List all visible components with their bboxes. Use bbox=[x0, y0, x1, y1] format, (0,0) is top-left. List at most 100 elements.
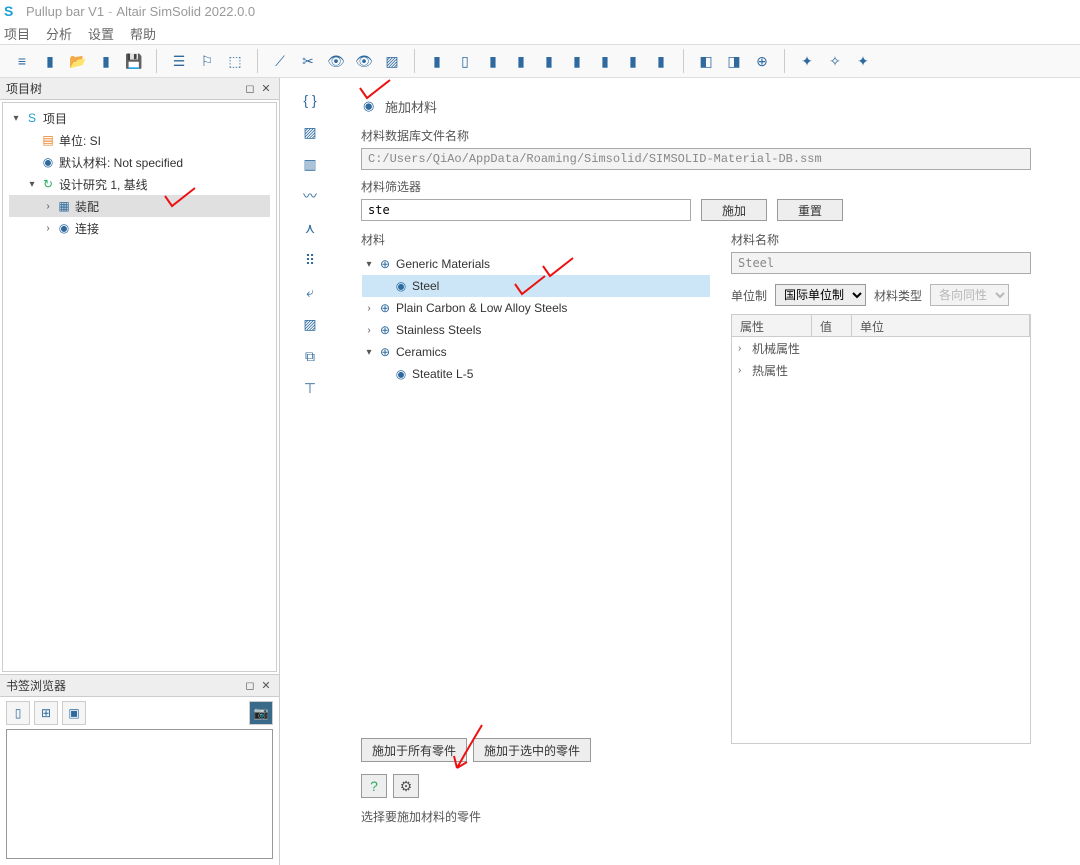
col-unit[interactable]: 单位 bbox=[852, 315, 1030, 336]
vt-grid-icon[interactable]: ⠿ bbox=[296, 248, 324, 272]
tree-connections[interactable]: ›◉ 连接 bbox=[9, 217, 270, 239]
mat-steatite[interactable]: ◉ Steatite L-5 bbox=[362, 363, 710, 385]
mat-ceramics[interactable]: ▾⊕ Ceramics bbox=[362, 341, 710, 363]
save-icon[interactable]: 💾 bbox=[122, 49, 146, 73]
frame-icon[interactable]: ▯ bbox=[453, 49, 477, 73]
hatch6-icon[interactable]: ▮ bbox=[593, 49, 617, 73]
tree-assembly[interactable]: ›▦ 装配 bbox=[9, 195, 270, 217]
detach-bookmark-icon[interactable]: ◻ bbox=[243, 679, 257, 693]
select-icon[interactable]: ▨ bbox=[380, 49, 404, 73]
col-attr[interactable]: 属性 bbox=[732, 315, 812, 336]
project-tree[interactable]: ▾S 项目 ▤ 单位: SI ◉ 默认材料: Not specified ▾↻ … bbox=[2, 102, 277, 672]
property-table-header: 属性 值 单位 bbox=[732, 315, 1030, 337]
close-icon[interactable]: ✕ bbox=[259, 82, 273, 96]
filter-input[interactable] bbox=[361, 199, 691, 221]
col-value[interactable]: 值 bbox=[812, 315, 852, 336]
vt-chain-icon[interactable]: ⊤ bbox=[296, 376, 324, 400]
vt-constraint-icon[interactable]: { } bbox=[296, 88, 324, 112]
materials-label: 材料 bbox=[361, 231, 711, 248]
material-tree[interactable]: ▾⊕ Generic Materials ◉ Steel ›⊕ Plain Ca… bbox=[361, 252, 711, 732]
apply-selected-button[interactable]: 施加于选中的零件 bbox=[473, 738, 591, 762]
bookmark-toolbar: ▯ ⊞ ▣ 📷 bbox=[0, 697, 279, 729]
vt-curve-icon[interactable]: ⤶ bbox=[296, 280, 324, 304]
reset-filter-button[interactable]: 重置 bbox=[777, 199, 843, 221]
hatch5-icon[interactable]: ▮ bbox=[565, 49, 589, 73]
menu-help[interactable]: 帮助 bbox=[130, 24, 156, 43]
document-title: Pullup bar V1 bbox=[26, 4, 104, 19]
box-icon[interactable]: ⬚ bbox=[223, 49, 247, 73]
gear-icon[interactable]: ⚙ bbox=[393, 774, 419, 798]
vt-wave-icon[interactable]: 〰 bbox=[296, 184, 324, 208]
detach-icon[interactable]: ◻ bbox=[243, 82, 257, 96]
help-icon[interactable]: ? bbox=[361, 774, 387, 798]
hatch2-icon[interactable]: ▮ bbox=[481, 49, 505, 73]
main-toolbar: ≡ ▮ 📂 ▮ 💾 ☰ ⚐ ⬚ ⟋ ✂ 👁 👁 ▨ ▮ ▯ ▮ ▮ ▮ ▮ ▮ … bbox=[0, 44, 1080, 78]
vt-hatch3-icon[interactable]: ▨ bbox=[296, 312, 324, 336]
vt-hatch1-icon[interactable]: ▨ bbox=[296, 120, 324, 144]
analysis2-icon[interactable]: ◨ bbox=[722, 49, 746, 73]
vt-hatch2-icon[interactable]: ▥ bbox=[296, 152, 324, 176]
hatch8-icon[interactable]: ▮ bbox=[649, 49, 673, 73]
unit-system-select[interactable]: 国际单位制 bbox=[775, 284, 866, 306]
bookmark-title: 书签浏览器 bbox=[6, 677, 241, 694]
menu-analysis[interactable]: 分析 bbox=[46, 24, 72, 43]
mat-stainless[interactable]: ›⊕ Stainless Steels bbox=[362, 319, 710, 341]
bookmark-add-icon[interactable]: ⊞ bbox=[34, 701, 58, 725]
mat-steel[interactable]: ◉ Steel bbox=[362, 275, 710, 297]
measure-icon[interactable]: ⟋ bbox=[268, 49, 292, 73]
prop-mechanical[interactable]: › 机械属性 bbox=[732, 337, 1030, 359]
hatch7-icon[interactable]: ▮ bbox=[621, 49, 645, 73]
new-icon[interactable]: ▮ bbox=[38, 49, 62, 73]
cut-icon[interactable]: ✂ bbox=[296, 49, 320, 73]
vt-axis-icon[interactable]: ⋏ bbox=[296, 216, 324, 240]
camera-icon[interactable]: 📷 bbox=[249, 701, 273, 725]
close-bookmark-icon[interactable]: ✕ bbox=[259, 679, 273, 693]
list-icon[interactable]: ☰ bbox=[167, 49, 191, 73]
view-icon[interactable]: 👁 bbox=[324, 49, 348, 73]
material-name-input[interactable] bbox=[731, 252, 1031, 274]
bookmark-header: 书签浏览器 ◻ ✕ bbox=[0, 675, 279, 697]
flag-icon[interactable]: ⚐ bbox=[195, 49, 219, 73]
apply-filter-button[interactable]: 施加 bbox=[701, 199, 767, 221]
vertical-toolbar: { } ▨ ▥ 〰 ⋏ ⠿ ⤶ ▨ ⧉ ⊤ bbox=[280, 78, 340, 865]
database-icon[interactable]: ≡ bbox=[10, 49, 34, 73]
bookmark-dup-icon[interactable]: ▣ bbox=[62, 701, 86, 725]
mat-plain-carbon[interactable]: ›⊕ Plain Carbon & Low Alloy Steels bbox=[362, 297, 710, 319]
vt-duplicate-icon[interactable]: ⧉ bbox=[296, 344, 324, 368]
material-type-label: 材料类型 bbox=[874, 287, 922, 304]
material-dialog-header: ◉ 施加材料 bbox=[361, 95, 1049, 117]
bookmark-open-icon[interactable]: ▯ bbox=[6, 701, 30, 725]
title-bar: S Pullup bar V1 - Altair SimSolid 2022.0… bbox=[0, 0, 1080, 22]
folder-icon[interactable]: ▮ bbox=[94, 49, 118, 73]
menu-bar: 项目 分析 设置 帮助 bbox=[0, 22, 1080, 44]
apply-all-button[interactable]: 施加于所有零件 bbox=[361, 738, 467, 762]
compass-icon[interactable]: ⊕ bbox=[750, 49, 774, 73]
material-type-select[interactable]: 各向同性 bbox=[930, 284, 1009, 306]
filter-label: 材料筛选器 bbox=[361, 178, 1049, 195]
result1-icon[interactable]: ✦ bbox=[795, 49, 819, 73]
property-table[interactable]: 属性 值 单位 › 机械属性 › 热属性 bbox=[731, 314, 1031, 744]
hatch3-icon[interactable]: ▮ bbox=[509, 49, 533, 73]
app-logo-icon: S bbox=[4, 3, 20, 19]
hatch1-icon[interactable]: ▮ bbox=[425, 49, 449, 73]
analysis1-icon[interactable]: ◧ bbox=[694, 49, 718, 73]
tree-default-material[interactable]: ◉ 默认材料: Not specified bbox=[9, 151, 270, 173]
status-text: 选择要施加材料的零件 bbox=[361, 808, 1049, 825]
project-tree-header: 项目树 ◻ ✕ bbox=[0, 78, 279, 100]
db-file-input[interactable] bbox=[361, 148, 1031, 170]
tree-design-study[interactable]: ▾↻ 设计研究 1, 基线 bbox=[9, 173, 270, 195]
db-file-label: 材料数据库文件名称 bbox=[361, 127, 1049, 144]
result3-icon[interactable]: ✦ bbox=[851, 49, 875, 73]
show-icon[interactable]: 👁 bbox=[352, 49, 376, 73]
tree-unit[interactable]: ▤ 单位: SI bbox=[9, 129, 270, 151]
prop-thermal[interactable]: › 热属性 bbox=[732, 359, 1030, 381]
result2-icon[interactable]: ✧ bbox=[823, 49, 847, 73]
menu-project[interactable]: 项目 bbox=[4, 24, 30, 43]
open-icon[interactable]: 📂 bbox=[66, 49, 90, 73]
tree-root[interactable]: ▾S 项目 bbox=[9, 107, 270, 129]
hatch4-icon[interactable]: ▮ bbox=[537, 49, 561, 73]
bookmark-body[interactable] bbox=[6, 729, 273, 859]
material-name-label: 材料名称 bbox=[731, 231, 1049, 248]
mat-generic[interactable]: ▾⊕ Generic Materials bbox=[362, 253, 710, 275]
menu-settings[interactable]: 设置 bbox=[88, 24, 114, 43]
